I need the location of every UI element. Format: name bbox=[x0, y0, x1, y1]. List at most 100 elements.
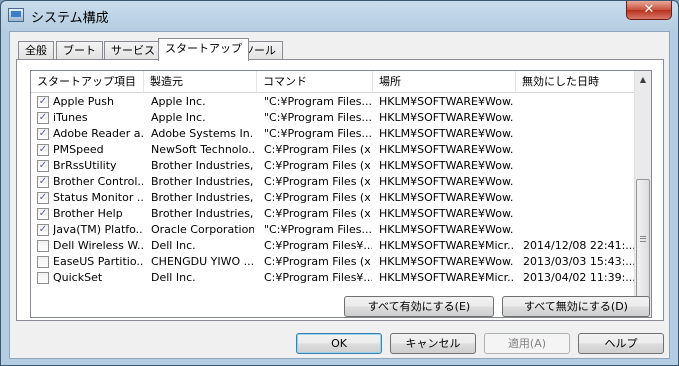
startup-tab-panel: スタートアップ項目 製造元 コマンド 場所 無効にした日時 ✓ Apple Pus… bbox=[16, 59, 664, 321]
row-disabled-at bbox=[523, 142, 635, 158]
title-bar[interactable]: システム構成 ✕ bbox=[1, 1, 678, 31]
row-location: HKLM¥SOFTWARE¥Wow... bbox=[379, 223, 513, 236]
row-command: "C:¥Program Files... bbox=[264, 127, 372, 140]
row-location: HKLM¥SOFTWARE¥Micr... bbox=[379, 271, 513, 284]
row-item-name: Brother Control... bbox=[53, 175, 143, 188]
table-row[interactable]: ✓ Java(TM) Platfo... Oracle Corporation "C:… bbox=[31, 222, 636, 238]
row-maker: Brother Industries,... bbox=[151, 207, 254, 220]
row-item-name: BrRssUtility bbox=[53, 159, 117, 172]
startup-item-checkbox[interactable] bbox=[37, 256, 49, 268]
table-row[interactable]: Dell Wireless W... Dell Inc. C:¥Program Fi… bbox=[31, 238, 636, 254]
row-maker: Adobe Systems In... bbox=[151, 127, 254, 140]
row-command: "C:¥Program Files... bbox=[264, 95, 372, 108]
row-disabled-at bbox=[523, 110, 635, 126]
startup-list: スタートアップ項目 製造元 コマンド 場所 無効にした日時 ✓ Apple Pus… bbox=[30, 70, 652, 318]
table-row[interactable]: ✓ Brother Help Brother Industries,... C:¥Pr… bbox=[31, 206, 636, 222]
column-header-command[interactable]: コマンド bbox=[257, 71, 373, 93]
row-command: C:¥Program Files¥... bbox=[264, 271, 372, 284]
row-command: C:¥Program Files (x... bbox=[264, 159, 372, 172]
table-row[interactable]: ✓ PMSpeed NewSoft Technolo... C:¥Program Fi… bbox=[31, 142, 636, 158]
row-command: C:¥Program Files (x... bbox=[264, 191, 372, 204]
table-row[interactable]: ✓ BrRssUtility Brother Industries,... C:¥Pr… bbox=[31, 158, 636, 174]
startup-item-checkbox[interactable]: ✓ bbox=[37, 192, 49, 204]
row-item-name: Java(TM) Platfo... bbox=[53, 223, 143, 236]
table-row[interactable]: ✓ Status Monitor ... Brother Industries,..… bbox=[31, 190, 636, 206]
row-location: HKLM¥SOFTWARE¥Wow... bbox=[379, 95, 513, 108]
row-disabled-at bbox=[523, 190, 635, 206]
row-command: "C:¥Program Files... bbox=[264, 111, 372, 124]
row-location: HKLM¥SOFTWARE¥Wow... bbox=[379, 207, 513, 220]
row-maker: Brother Industries,... bbox=[151, 159, 254, 172]
row-maker: Apple Inc. bbox=[151, 95, 206, 108]
row-disabled-at bbox=[523, 94, 635, 110]
row-location: HKLM¥SOFTWARE¥Wow... bbox=[379, 127, 513, 140]
row-item-name: Adobe Reader a... bbox=[53, 127, 143, 140]
row-location: HKLM¥SOFTWARE¥Wow... bbox=[379, 255, 513, 268]
apply-button[interactable]: 適用(A) bbox=[484, 333, 570, 354]
row-maker: Apple Inc. bbox=[151, 111, 206, 124]
row-command: C:¥Program Files (x... bbox=[264, 255, 372, 268]
row-command: C:¥Program Files¥... bbox=[264, 239, 372, 252]
tab-boot[interactable]: ブート bbox=[56, 41, 103, 60]
scroll-thumb[interactable] bbox=[636, 179, 650, 299]
table-row[interactable]: QuickSet Dell Inc. C:¥Program Files¥... HKL… bbox=[31, 270, 636, 286]
dialog-client-area: 全般 ブート サービス スタートアップ ツール スタートアップ項目 製造元 コマ… bbox=[9, 31, 670, 359]
row-item-name: PMSpeed bbox=[53, 143, 104, 156]
row-maker: Dell Inc. bbox=[151, 271, 196, 284]
disable-all-button[interactable]: すべて無効にする(D) bbox=[502, 296, 650, 317]
grip-icon bbox=[640, 236, 646, 242]
tab-general[interactable]: 全般 bbox=[18, 41, 54, 60]
row-maker: CHENGDU YIWO ... bbox=[151, 255, 254, 268]
window-title: システム構成 bbox=[31, 11, 109, 26]
row-disabled-at: 2013/04/02 11:39:... bbox=[523, 271, 635, 284]
startup-item-checkbox[interactable]: ✓ bbox=[37, 144, 49, 156]
table-row[interactable]: ✓ Adobe Reader a... Adobe Systems In... "C:… bbox=[31, 126, 636, 142]
startup-item-checkbox[interactable]: ✓ bbox=[37, 128, 49, 140]
enable-all-button[interactable]: すべて有効にする(E) bbox=[344, 296, 494, 317]
row-disabled-at bbox=[523, 222, 635, 238]
row-maker: Dell Inc. bbox=[151, 239, 196, 252]
tab-startup[interactable]: スタートアップ bbox=[158, 38, 249, 61]
row-disabled-at: 2014/12/08 22:41:... bbox=[523, 239, 635, 252]
row-item-name: EaseUS Partitio... bbox=[53, 255, 143, 268]
row-item-name: Dell Wireless W... bbox=[53, 239, 143, 252]
startup-item-checkbox[interactable] bbox=[37, 240, 49, 252]
close-button[interactable]: ✕ bbox=[626, 1, 672, 20]
table-row[interactable]: EaseUS Partitio... CHENGDU YIWO ... C:¥Pro… bbox=[31, 254, 636, 270]
row-command: C:¥Program Files (x... bbox=[264, 207, 372, 220]
startup-item-checkbox[interactable]: ✓ bbox=[37, 224, 49, 236]
column-header-item[interactable]: スタートアップ項目 bbox=[31, 71, 144, 93]
row-disabled-at: 2013/03/03 15:43:... bbox=[523, 255, 635, 268]
column-header-location[interactable]: 場所 bbox=[373, 71, 516, 93]
column-header-disabled-at[interactable]: 無効にした日時 bbox=[516, 71, 636, 93]
row-command: "C:¥Program Files... bbox=[264, 223, 372, 236]
row-item-name: iTunes bbox=[53, 111, 88, 124]
tab-services[interactable]: サービス bbox=[104, 41, 162, 60]
row-disabled-at bbox=[523, 206, 635, 222]
row-item-name: Brother Help bbox=[53, 207, 123, 220]
vertical-scrollbar[interactable]: ▲ ▼ bbox=[634, 71, 651, 317]
row-location: HKLM¥SOFTWARE¥Wow... bbox=[379, 175, 513, 188]
scroll-up-icon[interactable]: ▲ bbox=[635, 71, 651, 88]
startup-item-checkbox[interactable]: ✓ bbox=[37, 160, 49, 172]
ok-button[interactable]: OK bbox=[296, 333, 382, 354]
startup-item-checkbox[interactable]: ✓ bbox=[37, 96, 49, 108]
startup-item-checkbox[interactable]: ✓ bbox=[37, 176, 49, 188]
system-config-window: システム構成 ✕ 全般 ブート サービス スタートアップ ツール スタートアップ… bbox=[0, 0, 679, 366]
row-disabled-at bbox=[523, 158, 635, 174]
row-location: HKLM¥SOFTWARE¥Micr... bbox=[379, 239, 513, 252]
startup-item-checkbox[interactable]: ✓ bbox=[37, 208, 49, 220]
startup-item-checkbox[interactable]: ✓ bbox=[37, 112, 49, 124]
help-button[interactable]: ヘルプ bbox=[578, 333, 664, 354]
column-header-maker[interactable]: 製造元 bbox=[144, 71, 257, 93]
table-row[interactable]: ✓ Brother Control... Brother Industries,..… bbox=[31, 174, 636, 190]
row-maker: NewSoft Technolo... bbox=[151, 143, 254, 156]
startup-item-checkbox[interactable] bbox=[37, 272, 49, 284]
list-rows: ✓ Apple Push Apple Inc. "C:¥Program Files..… bbox=[31, 94, 636, 286]
table-row[interactable]: ✓ iTunes Apple Inc. "C:¥Program Files... HKL… bbox=[31, 110, 636, 126]
row-disabled-at bbox=[523, 126, 635, 142]
table-row[interactable]: ✓ Apple Push Apple Inc. "C:¥Program Files..… bbox=[31, 94, 636, 110]
list-header: スタートアップ項目 製造元 コマンド 場所 無効にした日時 bbox=[31, 71, 636, 93]
cancel-button[interactable]: キャンセル bbox=[390, 333, 476, 354]
app-icon bbox=[8, 8, 24, 22]
